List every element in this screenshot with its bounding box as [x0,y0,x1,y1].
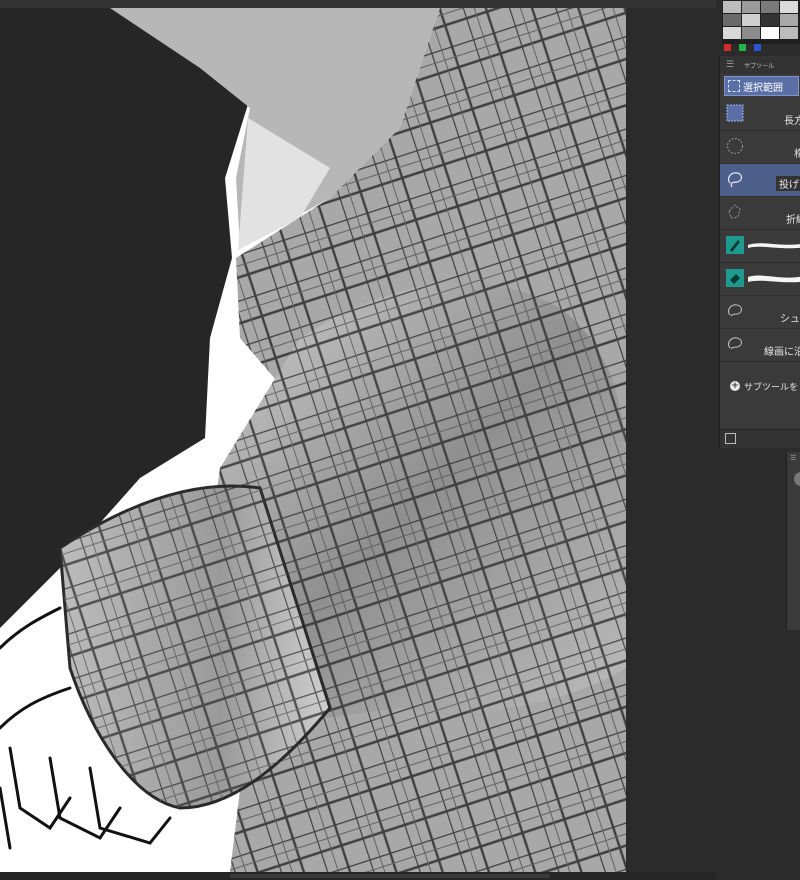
swatch[interactable] [780,27,798,39]
shrink-select-icon [728,304,743,317]
subtool-lasso[interactable]: 投げ [720,164,800,197]
subtool-rectangle[interactable]: 長方 [720,98,800,131]
subtool-settings-icon[interactable] [725,433,736,444]
rect-select-icon [726,104,744,122]
add-subtool-label: サブツールを [744,382,799,393]
subtool-shrink-select[interactable]: シュリ [720,296,800,329]
panel-title: サブツール [744,62,775,70]
color-set-swatches [722,0,800,44]
swatch[interactable] [780,14,798,26]
scrollbar-thumb[interactable] [230,874,550,878]
subtool-line-follow[interactable]: 線画に沿 [720,329,800,362]
polyline-select-icon [728,204,741,219]
swatch[interactable] [742,14,760,26]
swatch[interactable] [742,1,760,13]
blue-dot[interactable] [754,44,761,51]
selection-eraser-icon [726,269,744,287]
subtool-label: 折線 [786,215,800,226]
subtool-label: 長方 [784,116,800,127]
brush-stroke-preview [748,243,800,249]
top-bar [0,0,720,8]
menu-icon[interactable]: ☰ [790,454,796,462]
drawing-canvas[interactable] [0,8,626,872]
subtool-ellipse[interactable]: 楕 [720,131,800,164]
swatch[interactable] [723,1,741,13]
color-dots-row [722,44,761,54]
subtool-label: 投げ [776,176,800,191]
panel-header: ☰ サブツール [720,56,800,74]
subtool-selection-eraser[interactable] [720,263,800,296]
swatch[interactable] [780,1,798,13]
red-dot[interactable] [724,44,731,51]
swatch[interactable] [723,27,741,39]
swatch[interactable] [761,1,779,13]
swatch[interactable] [761,14,779,26]
selection-pen-icon [726,236,744,254]
swatch[interactable] [723,14,741,26]
subtool-polyline[interactable]: 折線 [720,197,800,230]
green-dot[interactable] [739,44,746,51]
line-follow-select-icon [728,337,743,350]
subtool-panel: ☰ サブツール 選択範囲 長方 楕 投げ 折線 [719,56,800,448]
tab-selection[interactable]: 選択範囲 [724,76,799,96]
selection-icon [728,80,740,92]
horizontal-scrollbar[interactable] [0,872,720,880]
tab-label: 選択範囲 [743,82,783,94]
add-subtool-button[interactable]: + サブツールを [720,372,800,400]
brush-size-icon[interactable] [794,472,800,486]
tool-property-panel: ☰ [786,452,800,630]
plus-icon: + [730,381,740,391]
subtool-label: 楕 [794,145,800,160]
swatch[interactable] [742,27,760,39]
subtool-label: シュリ [780,314,800,325]
panel-footer [720,429,800,448]
menu-icon[interactable]: ☰ [726,60,734,70]
subtool-selection-pen[interactable] [720,230,800,263]
ellipse-select-icon [727,138,743,154]
brush-stroke-preview [748,275,800,283]
subtool-label: 線画に沿 [764,347,800,358]
lasso-select-icon [727,172,743,188]
swatch[interactable] [761,27,779,39]
